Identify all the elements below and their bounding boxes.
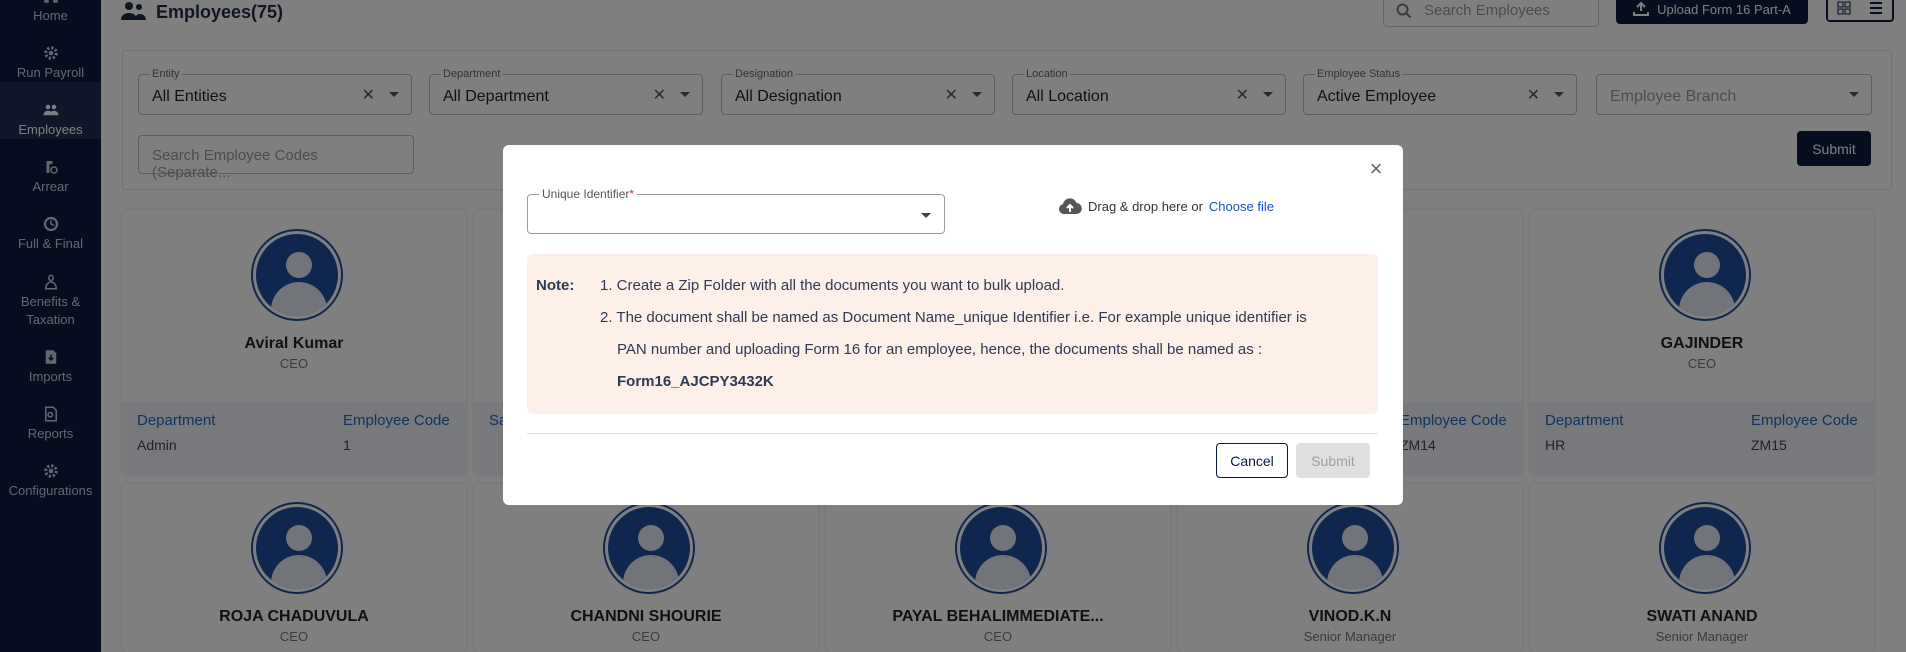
chevron-down-icon[interactable] [921, 213, 931, 218]
choose-file-link[interactable]: Choose file [1209, 199, 1274, 214]
submit-button[interactable]: Submit [1296, 443, 1370, 478]
divider [527, 433, 1378, 434]
bulk-upload-dialog: × Unique Identifier* Drag & drop here or… [503, 145, 1403, 505]
file-dropzone[interactable]: Drag & drop here or Choose file [1058, 197, 1274, 215]
note-box: Note: 1. Create a Zip Folder with all th… [527, 254, 1378, 414]
cancel-button[interactable]: Cancel [1216, 443, 1288, 478]
cloud-upload-icon [1058, 198, 1082, 215]
close-icon[interactable]: × [1366, 158, 1386, 180]
unique-identifier-select[interactable]: Unique Identifier* [527, 187, 945, 234]
